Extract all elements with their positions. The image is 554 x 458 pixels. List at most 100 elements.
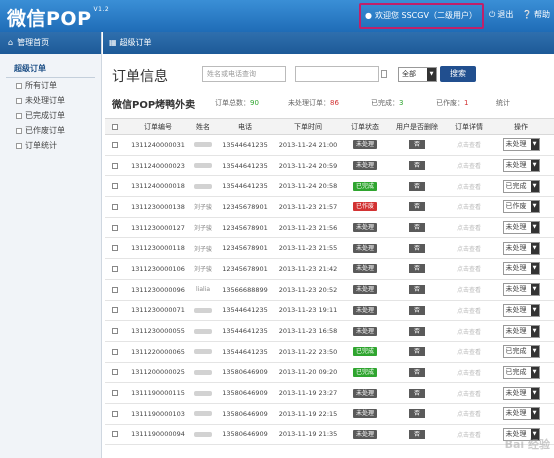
view-detail-link[interactable]: 点击查看: [457, 389, 481, 398]
row-select-cell[interactable]: [105, 280, 125, 300]
row-select-cell[interactable]: [105, 135, 125, 155]
operation-select[interactable]: 已完成 ▼: [502, 365, 540, 379]
customer-name: 刘子骏: [191, 218, 215, 238]
detail-cell: 点击查看: [445, 238, 493, 258]
phone: 13544641235: [222, 161, 268, 170]
view-detail-link[interactable]: 点击查看: [457, 306, 481, 315]
select-all-checkbox[interactable]: [112, 123, 118, 130]
table-row: 1311240000031 13544641235 2013-11-24 21:00…: [105, 135, 554, 156]
operation-cell: 已完成 ▼: [493, 176, 549, 196]
row-checkbox[interactable]: [112, 265, 118, 272]
detail-cell: 点击查看: [445, 404, 493, 424]
operation-select[interactable]: 未处理 ▼: [502, 262, 540, 276]
view-detail-link[interactable]: 点击查看: [457, 409, 481, 418]
sidebar-item-4[interactable]: 订单统计: [6, 138, 95, 153]
row-checkbox[interactable]: [112, 348, 118, 355]
operation-select[interactable]: 未处理 ▼: [502, 407, 540, 421]
sidebar-item-3[interactable]: 已作废订单: [6, 123, 95, 138]
operation-select[interactable]: 未处理 ▼: [502, 324, 540, 338]
operation-select[interactable]: 未处理 ▼: [502, 386, 540, 400]
sidebar-item-1[interactable]: 未处理订单: [6, 93, 95, 108]
row-select-cell[interactable]: [105, 363, 125, 383]
view-detail-link[interactable]: 点击查看: [457, 202, 481, 211]
column-header: 操作: [514, 122, 528, 131]
stats-link[interactable]: 统计: [496, 98, 510, 108]
table-row: 1311230000138 刘子骏 12345678901 2013-11-23 21…: [105, 197, 554, 218]
row-checkbox[interactable]: [112, 328, 118, 335]
view-detail-link[interactable]: 点击查看: [457, 244, 481, 253]
welcome-user-box[interactable]: ● 欢迎您 SSCGV（二级用户）: [359, 3, 484, 29]
operation-select[interactable]: 未处理 ▼: [502, 303, 540, 317]
view-detail-link[interactable]: 点击查看: [457, 430, 481, 439]
sidebar-item-0[interactable]: 所有订单: [6, 78, 95, 93]
view-detail-link[interactable]: 点击查看: [457, 223, 481, 232]
view-detail-link[interactable]: 点击查看: [457, 264, 481, 273]
row-checkbox[interactable]: [112, 369, 118, 376]
customer-name: [191, 383, 215, 403]
row-select-cell[interactable]: [105, 156, 125, 176]
app-logo: 微信POP V1.2: [7, 6, 110, 30]
operation-select[interactable]: 未处理 ▼: [502, 221, 540, 235]
chevron-down-icon: ▼: [530, 387, 539, 399]
row-select-cell[interactable]: [105, 342, 125, 362]
operation-select[interactable]: 未处理 ▼: [502, 283, 540, 297]
search-input[interactable]: 姓名或电话查询: [202, 66, 286, 82]
view-detail-link[interactable]: 点击查看: [457, 347, 481, 356]
row-checkbox[interactable]: [112, 245, 118, 252]
order-id: 1311230000118: [131, 244, 185, 253]
row-select-cell[interactable]: [105, 301, 125, 321]
operation-select[interactable]: 已完成 ▼: [502, 345, 540, 359]
operation-select[interactable]: 未处理 ▼: [502, 159, 540, 173]
column-header: 订单详情: [455, 122, 483, 131]
row-checkbox[interactable]: [112, 162, 118, 169]
row-checkbox[interactable]: [112, 307, 118, 314]
row-select-cell[interactable]: [105, 238, 125, 258]
row-checkbox[interactable]: [112, 141, 118, 148]
row-select-cell[interactable]: [105, 404, 125, 424]
detail-cell: 点击查看: [445, 197, 493, 217]
row-checkbox[interactable]: [112, 286, 118, 293]
row-select-cell[interactable]: [105, 176, 125, 196]
operation-select[interactable]: 未处理 ▼: [502, 241, 540, 255]
row-checkbox[interactable]: [112, 203, 118, 210]
sidebar-home-link[interactable]: ⌂ 管理首页: [0, 32, 101, 54]
row-checkbox[interactable]: [112, 224, 118, 231]
view-detail-link[interactable]: 点击查看: [457, 182, 481, 191]
operation-select[interactable]: 已作废 ▼: [502, 200, 540, 214]
row-select-cell[interactable]: [105, 425, 125, 445]
view-detail-link[interactable]: 点击查看: [457, 140, 481, 149]
table-row: 1311190000094 13580646909 2013-11-19 21:35…: [105, 425, 554, 446]
row-checkbox[interactable]: [112, 431, 118, 438]
row-select-cell[interactable]: [105, 197, 125, 217]
phone: 13544641235: [222, 347, 268, 356]
chevron-down-icon: ▼: [530, 346, 539, 358]
order-id: 1311230000071: [131, 306, 185, 315]
view-detail-link[interactable]: 点击查看: [457, 327, 481, 336]
deleted-badge: 否: [409, 305, 425, 315]
row-select-cell[interactable]: [105, 259, 125, 279]
row-checkbox[interactable]: [112, 183, 118, 190]
operation-select-value: 未处理: [505, 388, 527, 397]
date-input[interactable]: [295, 66, 379, 82]
customer-name: 刘子骏: [191, 238, 215, 258]
view-detail-link[interactable]: 点击查看: [457, 368, 481, 377]
row-select-cell[interactable]: [105, 321, 125, 341]
calendar-icon[interactable]: [381, 70, 387, 78]
view-detail-link[interactable]: 点击查看: [457, 285, 481, 294]
customer-name-text: 刘子骏: [193, 225, 212, 233]
row-checkbox[interactable]: [112, 390, 118, 397]
view-detail-link[interactable]: 点击查看: [457, 161, 481, 170]
operation-select[interactable]: 已完成 ▼: [502, 179, 540, 193]
row-select-cell[interactable]: [105, 218, 125, 238]
select-all-cell[interactable]: [105, 119, 125, 134]
search-button[interactable]: 搜索: [440, 66, 476, 82]
sidebar-item-2[interactable]: 已完成订单: [6, 108, 95, 123]
status-select[interactable]: 全部 ▼: [398, 67, 437, 82]
help-link[interactable]: ❔ 帮助: [522, 9, 550, 20]
row-checkbox[interactable]: [112, 410, 118, 417]
logout-link[interactable]: ⏻ 退出: [489, 9, 513, 20]
order-time: 2013-11-23 21:57: [278, 202, 338, 211]
row-select-cell[interactable]: [105, 383, 125, 403]
operation-select[interactable]: 未处理 ▼: [502, 138, 540, 152]
deleted-cell: 否: [389, 301, 445, 321]
